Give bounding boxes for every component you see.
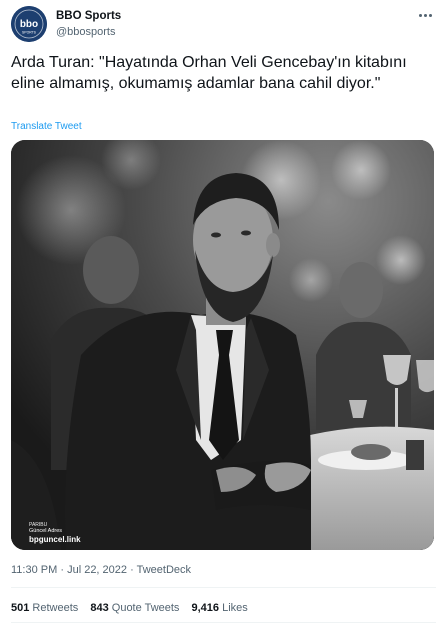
avatar-logo-text: bbo xyxy=(20,19,38,30)
tweet-time[interactable]: 11:30 PM xyxy=(11,564,57,576)
photo-illustration xyxy=(11,140,434,550)
retweets-count: 501 xyxy=(11,602,30,614)
author-names: BBO Sports @bbosports xyxy=(56,9,121,39)
watermark-url: bpguncel.link xyxy=(29,535,81,544)
meta-separator: · xyxy=(60,564,65,576)
avatar[interactable]: bbo SPORTS xyxy=(11,6,47,42)
tweet-source: TweetDeck xyxy=(136,564,192,576)
likes-stat[interactable]: 9,416 Likes xyxy=(192,602,248,614)
tweet-stats: 501 Retweets 843 Quote Tweets 9,416 Like… xyxy=(11,602,257,614)
divider xyxy=(11,622,436,623)
quote-tweets-count: 843 xyxy=(90,602,109,614)
quote-tweets-stat[interactable]: 843 Quote Tweets xyxy=(90,602,179,614)
quote-tweets-label: Quote Tweets xyxy=(111,602,180,614)
divider xyxy=(11,587,436,588)
tweet-photo[interactable]: PARIBU Güncel Adres bpguncel.link xyxy=(11,140,434,550)
retweets-label: Retweets xyxy=(32,602,79,614)
photo-watermark: PARIBU Güncel Adres bpguncel.link xyxy=(29,522,81,544)
watermark-caption: Güncel Adres xyxy=(29,528,63,534)
author-display-name[interactable]: BBO Sports xyxy=(56,9,121,23)
meta-separator: · xyxy=(130,564,134,576)
tweet-header: bbo SPORTS BBO Sports @bbosports xyxy=(11,6,436,44)
avatar-logo-subtext: SPORTS xyxy=(22,31,37,35)
tweet-meta: 11:30 PM · Jul 22, 2022 · TweetDeck xyxy=(11,564,191,576)
bbo-logo-icon: bbo SPORTS xyxy=(11,6,47,42)
watermark-brand: PARIBU xyxy=(29,522,48,528)
more-options-icon[interactable] xyxy=(418,8,434,22)
likes-count: 9,416 xyxy=(191,602,220,614)
likes-label: Likes xyxy=(222,602,248,614)
retweets-stat[interactable]: 501 Retweets xyxy=(11,602,78,614)
translate-tweet-link[interactable]: Translate Tweet xyxy=(11,121,82,132)
tweet-text: Arda Turan: "Hayatında Orhan Veli Genceb… xyxy=(11,54,407,92)
author-handle[interactable]: @bbosports xyxy=(56,25,121,39)
tweet-date[interactable]: Jul 22, 2022 xyxy=(67,564,127,576)
